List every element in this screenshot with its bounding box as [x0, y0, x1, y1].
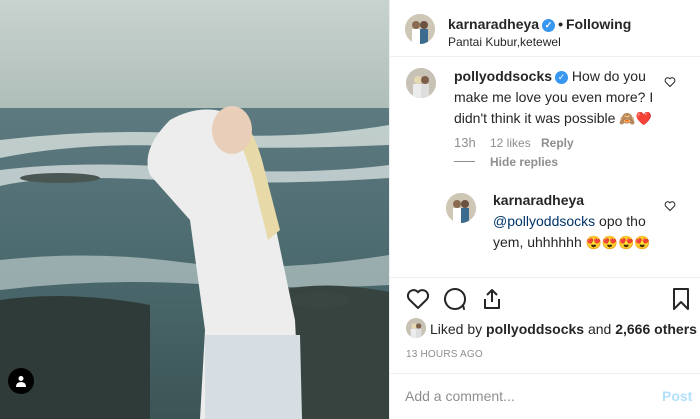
- separator-dot: •: [558, 16, 563, 32]
- user-tag-button[interactable]: [8, 368, 34, 394]
- likes-prefix: Liked by: [430, 321, 483, 337]
- reply-avatar-image: [446, 193, 476, 223]
- verified-icon: ✓: [542, 19, 556, 32]
- reply-button[interactable]: Reply: [541, 136, 574, 150]
- hide-replies-button[interactable]: Hide replies: [490, 155, 558, 169]
- post-timestamp[interactable]: 13 HOURS AGO: [406, 349, 483, 360]
- comment-text: pollyoddsocks ✓ How do you make me love y…: [454, 66, 669, 129]
- verified-icon: ✓: [555, 71, 569, 84]
- comment-username[interactable]: pollyoddsocks: [454, 68, 552, 84]
- post-side-panel: karnaradheya ✓ • Following Pantai Kubur,ket…: [389, 0, 700, 419]
- post-photo-image: [0, 0, 389, 419]
- likes-others[interactable]: 2,666 others: [615, 321, 697, 337]
- reply-avatar[interactable]: [446, 193, 476, 223]
- hide-replies-divider: [454, 161, 475, 162]
- reply-emoji: 😍😍😍😍: [585, 235, 651, 250]
- liker-avatar[interactable]: [406, 318, 426, 338]
- add-comment-bar: Post: [390, 373, 700, 419]
- comment-time[interactable]: 13h: [454, 135, 476, 150]
- bookmark-icon[interactable]: [669, 287, 693, 311]
- author-avatar-image: [405, 14, 435, 44]
- post-photo[interactable]: [0, 0, 389, 419]
- following-button[interactable]: Following: [566, 16, 631, 32]
- add-comment-input[interactable]: [405, 386, 645, 406]
- reply-text: karnaradheya @pollyoddsocks opo tho yem,…: [493, 190, 663, 253]
- author-username[interactable]: karnaradheya: [448, 16, 539, 32]
- likes-summary: Liked by pollyoddsocks and 2,666 others: [430, 321, 697, 337]
- user-tag-icon: [16, 376, 26, 387]
- comment-icon[interactable]: [443, 287, 467, 311]
- reply-username[interactable]: karnaradheya: [493, 192, 584, 208]
- liker-avatar-image: [406, 318, 426, 338]
- commenter-avatar-image: [406, 68, 436, 98]
- share-icon[interactable]: [480, 287, 504, 311]
- reply-mention[interactable]: @pollyoddsocks: [493, 213, 595, 229]
- commenter-avatar[interactable]: [406, 68, 436, 98]
- location-link[interactable]: Pantai Kubur,ketewel: [448, 35, 561, 49]
- heart-icon[interactable]: [664, 76, 676, 88]
- likes-user[interactable]: pollyoddsocks: [486, 321, 584, 337]
- author-avatar[interactable]: [405, 14, 435, 44]
- comment-emoji: 🙈❤️: [619, 111, 652, 126]
- like-heart-icon[interactable]: [406, 287, 430, 311]
- comments-section: pollyoddsocks ✓ How do you make me love y…: [390, 57, 700, 277]
- comment-likes[interactable]: 12 likes: [490, 136, 531, 150]
- post-button[interactable]: Post: [662, 388, 692, 404]
- post-header: karnaradheya ✓ • Following Pantai Kubur,ket…: [390, 0, 700, 57]
- likes-connector: and: [587, 321, 612, 337]
- heart-icon[interactable]: [664, 200, 676, 212]
